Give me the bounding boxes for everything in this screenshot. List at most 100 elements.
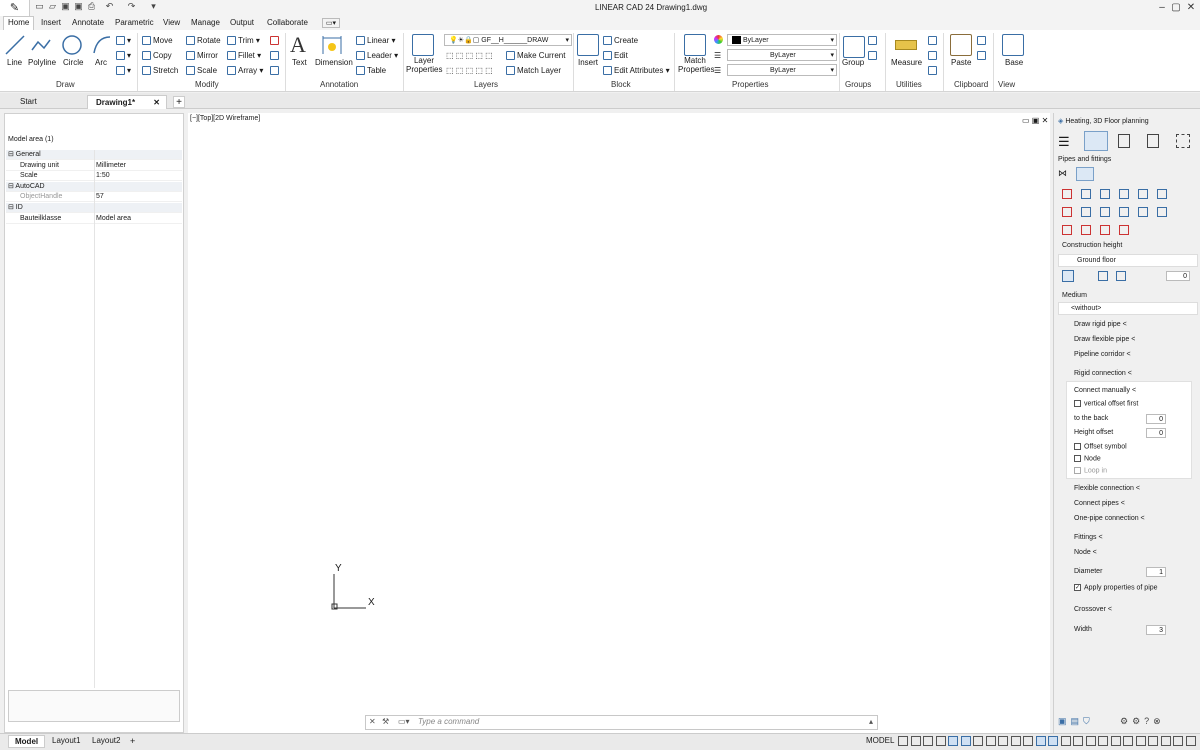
text-icon[interactable]: A: [290, 32, 306, 58]
arc-icon[interactable]: [91, 34, 113, 56]
status-toggle-icon[interactable]: [1098, 736, 1108, 746]
tab-layout1[interactable]: Layout1: [46, 735, 86, 746]
save-as-icon[interactable]: ▣: [73, 1, 84, 12]
measure-icon[interactable]: [895, 40, 917, 50]
draw-flexible-pipe[interactable]: Draw flexible pipe <: [1056, 333, 1196, 346]
status-toggle-icon[interactable]: [1060, 736, 1071, 746]
apply-props-checkbox[interactable]: ✓ Apply properties of pipe: [1074, 584, 1158, 591]
clipboard-group-label[interactable]: Clipboard: [954, 80, 988, 89]
mirror-button[interactable]: Mirror: [186, 51, 218, 61]
make-current-button[interactable]: Make Current: [506, 51, 565, 61]
app-logo-icon[interactable]: ✎: [0, 0, 30, 16]
loop-in-checkbox[interactable]: Loop in: [1074, 467, 1107, 474]
new-tab-icon[interactable]: +: [173, 96, 185, 108]
pipe-tool-icon[interactable]: [1062, 225, 1072, 235]
status-toggle-icon[interactable]: [1110, 736, 1121, 746]
drawing-canvas[interactable]: [188, 113, 1050, 733]
tab-start[interactable]: Start: [12, 95, 45, 109]
layer-dropdown[interactable]: 💡☀🔒▢ GF__H______DRAW ▾: [444, 34, 572, 46]
arc-button[interactable]: Arc: [95, 58, 107, 67]
status-toggle-icon[interactable]: [948, 736, 958, 746]
annotation-group-label[interactable]: Annotation: [320, 80, 358, 89]
status-toggle-icon[interactable]: [1023, 736, 1033, 746]
table-button[interactable]: Table: [356, 66, 386, 76]
status-toggle-icon[interactable]: [1148, 736, 1158, 746]
group-button[interactable]: Group: [842, 58, 864, 67]
ungroup-icon[interactable]: [868, 36, 879, 46]
pipe-tool-icon[interactable]: [1062, 189, 1072, 199]
close-icon[interactable]: ✕: [1185, 2, 1197, 14]
tab-output[interactable]: Output: [226, 17, 258, 28]
settings-toolbar[interactable]: ⚙⚙?⊗: [1120, 716, 1165, 727]
tab-layout2[interactable]: Layout2: [86, 735, 126, 746]
command-prompt-icon[interactable]: ▭▾: [398, 717, 410, 726]
leader-button[interactable]: Leader ▾: [356, 51, 398, 61]
viewport-label[interactable]: [−][Top][2D Wireframe]: [190, 115, 260, 122]
block-group-label[interactable]: Block: [611, 80, 631, 89]
cut-icon[interactable]: [977, 36, 988, 46]
status-toggle-icon[interactable]: [1010, 736, 1021, 746]
layer-properties-button[interactable]: Layer Properties: [406, 56, 442, 74]
status-toggle-icon[interactable]: [973, 736, 983, 746]
quick-select-icon[interactable]: [928, 51, 939, 61]
pipe-tool-icon[interactable]: [1119, 207, 1129, 217]
subtab-pipes-icon[interactable]: [1076, 167, 1094, 181]
status-toggle-icon[interactable]: [998, 736, 1008, 746]
linear-button[interactable]: Linear ▾: [356, 36, 396, 46]
save-icon[interactable]: ▣: [60, 1, 71, 12]
stretch-button[interactable]: Stretch: [142, 66, 178, 76]
status-toggle-icon[interactable]: [1173, 736, 1183, 746]
line-icon[interactable]: [4, 34, 26, 56]
add-layout-icon[interactable]: +: [130, 736, 135, 746]
status-toggle-icon[interactable]: [1185, 736, 1196, 746]
groups-group-label[interactable]: Groups: [845, 80, 871, 89]
calculator-tab-icon[interactable]: [1118, 134, 1130, 148]
paste-button[interactable]: Paste: [951, 58, 971, 67]
node-checkbox[interactable]: Node: [1074, 455, 1101, 462]
base-icon[interactable]: [1002, 34, 1024, 56]
status-toggle-icon[interactable]: [960, 736, 971, 746]
maximize-icon[interactable]: ▢: [1170, 2, 1182, 14]
calculator-icon[interactable]: [928, 66, 939, 76]
lineweight-dropdown[interactable]: ByLayer ▾: [727, 64, 837, 76]
vertical-offset-checkbox[interactable]: vertical offset first: [1074, 400, 1138, 407]
pipe-tool-icon[interactable]: [1119, 225, 1129, 235]
to-back-input[interactable]: 0: [1146, 414, 1166, 424]
tab-parametric[interactable]: Parametric: [111, 17, 158, 28]
modify-group-label[interactable]: Modify: [195, 80, 219, 89]
hatch-icon[interactable]: ▾: [116, 51, 131, 61]
model-space-button[interactable]: MODEL: [866, 736, 894, 745]
tab-annotate[interactable]: Annotate: [68, 17, 108, 28]
pipeline-corridor[interactable]: Pipeline corridor <: [1056, 348, 1196, 361]
pipe-tool-icon[interactable]: [1100, 207, 1110, 217]
status-toggle-icon[interactable]: [1048, 736, 1058, 746]
undo-icon[interactable]: ↶: [104, 1, 115, 12]
status-toggle-icon[interactable]: [898, 736, 908, 746]
command-history-icon[interactable]: ▴: [869, 717, 873, 726]
connect-manually[interactable]: Connect manually <: [1074, 387, 1136, 394]
pipe-tool-icon[interactable]: [1081, 207, 1091, 217]
copy-button[interactable]: Copy: [142, 51, 172, 61]
status-toggle-icon[interactable]: [935, 736, 946, 746]
pipe-tool-icon[interactable]: [1138, 207, 1148, 217]
match-properties-icon[interactable]: [684, 34, 706, 56]
group-edit-icon[interactable]: [868, 51, 879, 61]
pipe-tool-icon[interactable]: [1081, 189, 1091, 199]
match-properties-button[interactable]: Match Properties: [678, 56, 714, 74]
more-icon[interactable]: [1176, 134, 1190, 148]
status-toggle-icon[interactable]: [985, 736, 996, 746]
wrench-icon[interactable]: ⚒: [382, 717, 389, 726]
command-input[interactable]: Type a command: [418, 717, 479, 726]
floor-icon-2[interactable]: [1098, 271, 1108, 281]
copy-clip-icon[interactable]: [977, 51, 988, 61]
pipe-tool-icon[interactable]: [1100, 189, 1110, 199]
match-layer-button[interactable]: Match Layer: [506, 66, 561, 76]
base-button[interactable]: Base: [1005, 58, 1023, 67]
fittings[interactable]: Fittings <: [1056, 531, 1196, 544]
layer-tools-row2[interactable]: ⬚ ⬚ ⬚ ⬚ ⬚: [446, 66, 493, 75]
status-toggle-icon[interactable]: [1135, 736, 1146, 746]
open-icon[interactable]: ▱: [47, 1, 58, 12]
tab-model[interactable]: Model: [8, 735, 46, 748]
tab-view[interactable]: View: [159, 17, 184, 28]
region-icon[interactable]: ▾: [116, 66, 131, 76]
